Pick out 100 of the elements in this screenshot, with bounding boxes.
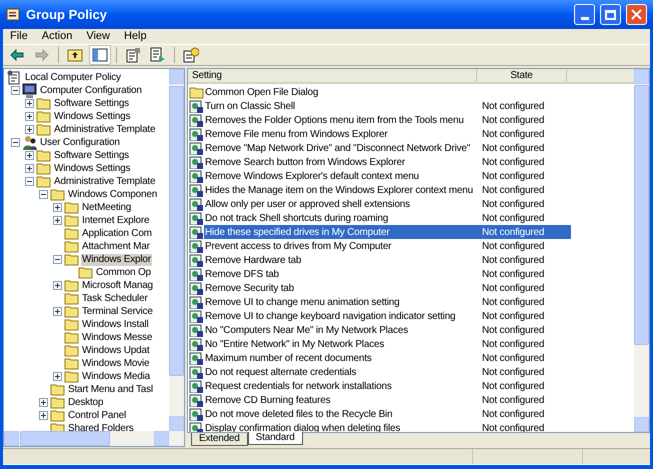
list-row[interactable]: Do not track Shell shortcuts during roaming Not configured [188, 211, 571, 225]
tree-item[interactable]: Administrative Template [53, 124, 156, 136]
tree-item[interactable]: User Configuration [39, 136, 121, 148]
view-tab[interactable]: Standard [248, 432, 303, 445]
properties-icon[interactable] [125, 47, 141, 63]
horizontal-scrollbar[interactable] [4, 431, 184, 446]
expander-icon[interactable] [53, 307, 62, 316]
tree-item[interactable]: Software Settings [53, 98, 130, 110]
back-arrow-icon[interactable] [9, 47, 25, 63]
list-row[interactable]: Allow only per user or approved shell extensions Not configured [188, 197, 571, 211]
tree-item[interactable]: Terminal Service [81, 306, 154, 318]
state-cell-text: Not configured [481, 254, 546, 268]
expander-icon[interactable] [39, 398, 48, 407]
tree-item[interactable]: Software Settings [53, 150, 130, 162]
expander-icon[interactable] [53, 281, 62, 290]
tree-item[interactable]: NetMeeting [81, 202, 132, 214]
tree-item[interactable]: Windows Settings [53, 110, 132, 122]
list-row[interactable]: Remove Security tab Not configured [188, 281, 571, 295]
list-row[interactable]: Common Open File Dialog [188, 85, 571, 99]
expander-icon[interactable] [53, 372, 62, 381]
tree-item[interactable]: Local Computer Policy [24, 72, 122, 84]
list-row[interactable]: Remove UI to change keyboard navigation indicator setting Not configured [188, 309, 571, 323]
folder-icon [64, 252, 79, 267]
tree-item[interactable]: Windows Settings [53, 162, 132, 174]
list-row[interactable]: Remove CD Burning features Not configured [188, 393, 571, 407]
policy-setting-icon [189, 225, 204, 239]
setting-cell-text: Remove CD Burning features [204, 394, 332, 408]
list-row[interactable]: Remove Windows Explorer's default context menu Not configured [188, 169, 571, 183]
tree-item[interactable]: Windows Explor [81, 254, 152, 266]
expander-icon[interactable] [25, 151, 34, 160]
list-row[interactable]: Maximum number of recent documents Not configured [188, 351, 571, 365]
list-row[interactable]: Remove Hardware tab Not configured [188, 253, 571, 267]
menu-item[interactable]: File [5, 28, 33, 45]
list-row[interactable]: Prevent access to drives from My Computer Not configured [188, 239, 571, 253]
expander-icon[interactable] [25, 164, 34, 173]
view-tab[interactable]: Extended [191, 433, 248, 446]
folder-icon [64, 343, 79, 358]
policy-setting-icon [189, 169, 204, 183]
tree-item[interactable]: Application Com [81, 228, 153, 240]
menu-item[interactable]: Action [36, 28, 78, 45]
tree-item[interactable]: Windows Updat [81, 344, 150, 356]
list-row[interactable]: Removes the Folder Options menu item from the Tools menu Not configured [188, 113, 571, 127]
list-row[interactable]: Remove DFS tab Not configured [188, 267, 571, 281]
policy-setting-icon [189, 141, 204, 155]
tree-item[interactable]: Shared Folders [67, 422, 135, 431]
list-row[interactable]: Remove UI to change menu animation setting Not configured [188, 295, 571, 309]
vertical-scrollbar[interactable] [169, 69, 184, 431]
policy-setting-icon [189, 211, 204, 225]
users-icon [22, 135, 37, 150]
list-row[interactable]: Do not request alternate credentials Not configured [188, 365, 571, 379]
list-row[interactable]: Hides the Manage item on the Windows Explorer context menu Not configured [188, 183, 571, 197]
tree-item[interactable]: Internet Explore [81, 214, 150, 226]
help-icon[interactable] [183, 47, 199, 63]
menu-item[interactable]: View [81, 28, 115, 45]
list-row[interactable]: Remove "Map Network Drive" and "Disconnect Network Drive" Not configured [188, 141, 571, 155]
tree-item[interactable]: Administrative Template [53, 176, 156, 188]
expander-icon[interactable] [25, 125, 34, 134]
expander-icon[interactable] [39, 190, 48, 199]
close-button[interactable] [626, 4, 647, 25]
expander-icon[interactable] [25, 177, 34, 186]
vertical-scrollbar[interactable] [634, 69, 649, 432]
expander-icon[interactable] [39, 411, 48, 420]
minimize-button[interactable] [574, 4, 595, 25]
tree-item[interactable]: Windows Install [81, 318, 150, 330]
list-row[interactable]: Turn on Classic Shell Not configured [188, 99, 571, 113]
tree-item[interactable]: Windows Messe [81, 332, 154, 344]
tree-item[interactable]: Start Menu and Tasl [67, 384, 154, 396]
expander-icon[interactable] [11, 138, 20, 147]
tree-item[interactable]: Windows Componen [67, 188, 158, 200]
export-list-icon[interactable] [150, 47, 166, 63]
tree-item[interactable]: Common Op [95, 266, 152, 278]
expander-icon[interactable] [53, 203, 62, 212]
expander-icon[interactable] [53, 255, 62, 264]
expander-icon[interactable] [53, 216, 62, 225]
list-row[interactable]: Remove Search button from Windows Explorer Not configured [188, 155, 571, 169]
tree-item[interactable]: Microsoft Manag [81, 280, 154, 292]
tree-item[interactable]: Desktop [67, 396, 104, 408]
tree-item[interactable]: Windows Movie [81, 358, 150, 370]
list-row[interactable]: Remove File menu from Windows Explorer Not configured [188, 127, 571, 141]
list-row[interactable]: No "Computers Near Me" in My Network Places Not configured [188, 323, 571, 337]
expander-icon[interactable] [25, 99, 34, 108]
setting-cell-text: No "Computers Near Me" in My Network Places [204, 324, 410, 338]
list-row[interactable]: No "Entire Network" in My Network Places Not configured [188, 337, 571, 351]
tree-item[interactable]: Windows Media [81, 370, 151, 382]
state-cell-text: Not configured [481, 114, 546, 128]
column-header[interactable]: State [477, 69, 567, 82]
column-header[interactable]: Setting [188, 69, 477, 82]
pane-icon[interactable] [92, 47, 108, 63]
tree-item[interactable]: Task Scheduler [81, 292, 149, 304]
up-folder-icon[interactable] [67, 47, 83, 63]
menu-item[interactable]: Help [118, 28, 152, 45]
list-row[interactable]: Request credentials for network installations Not configured [188, 379, 571, 393]
tree-item[interactable]: Control Panel [67, 410, 127, 422]
tree-item[interactable]: Computer Configuration [39, 84, 143, 96]
policy-setting-icon [189, 239, 204, 253]
expander-icon[interactable] [25, 112, 34, 121]
tree-item[interactable]: Attachment Mar [81, 240, 151, 252]
list-row[interactable]: Do not move deleted files to the Recycle Bin Not configured [188, 407, 571, 421]
maximize-button[interactable] [600, 4, 621, 25]
expander-icon[interactable] [11, 86, 20, 95]
